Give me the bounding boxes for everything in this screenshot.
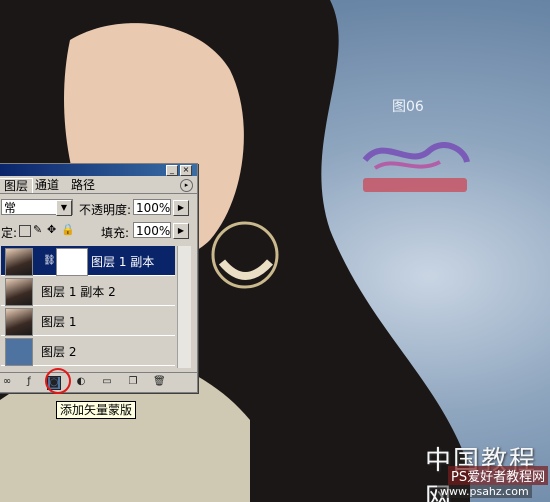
blend-mode-value: 常: [4, 201, 17, 215]
layer-thumbnail: [5, 248, 33, 276]
blend-mode-select[interactable]: 常 ▼: [1, 199, 73, 216]
close-icon[interactable]: ×: [180, 165, 192, 176]
lock-row: 定: ✎ ✥ 🔒 填充: 100% ▶: [0, 220, 197, 240]
new-group-icon[interactable]: ▭: [101, 376, 113, 388]
opacity-input[interactable]: 100%: [133, 199, 171, 215]
lock-position-icon[interactable]: ✥: [47, 223, 56, 236]
photo-canvas: 图06 中国教程网 PS爱好者教程网 www.psahz.com _ × 图层 …: [0, 0, 550, 502]
highlight-circle: [45, 368, 71, 394]
tooltip: 添加矢量蒙版: [56, 401, 137, 419]
lock-transparent-icon[interactable]: [19, 225, 31, 237]
layer-mask-thumbnail[interactable]: [56, 248, 88, 276]
lock-all-icon[interactable]: 🔒: [61, 223, 75, 236]
layer-row[interactable]: 图层 2: [1, 336, 175, 366]
opacity-arrow-icon[interactable]: ▶: [173, 200, 189, 216]
panel-tabs: 图层 通道 路径 ▸: [0, 176, 197, 194]
watermark-subtitle: PS爱好者教程网: [448, 466, 549, 485]
tab-channels[interactable]: 通道: [31, 178, 63, 192]
layer-row[interactable]: 图层 1: [1, 306, 175, 336]
layers-panel: _ × 图层 通道 路径 ▸ 常 ▼ 不透明度: 100% ▶ 定: ✎ ✥ 🔒…: [0, 163, 198, 393]
decorative-logo-icon: [362, 142, 470, 192]
tab-paths[interactable]: 路径: [67, 178, 99, 192]
link-layers-icon[interactable]: ∞: [1, 376, 13, 388]
tab-layers[interactable]: 图层: [0, 178, 34, 193]
fill-label: 填充:: [101, 226, 130, 240]
panel-titlebar[interactable]: _ ×: [0, 164, 197, 176]
layer-name: 图层 1 副本: [91, 255, 155, 269]
new-layer-icon[interactable]: ❐: [127, 376, 139, 388]
layers-scrollbar[interactable]: [177, 246, 191, 368]
panel-bottom-toolbar: ∞ ƒ ◙ ◐ ▭ ❐ 🗑: [0, 372, 197, 393]
blend-row: 常 ▼ 不透明度: 100% ▶: [0, 197, 197, 217]
panel-menu-icon[interactable]: ▸: [180, 179, 193, 192]
watermark-url: www.psahz.com: [437, 485, 532, 498]
layer-style-icon[interactable]: ƒ: [23, 376, 35, 388]
layer-name: 图层 1 副本 2: [41, 285, 116, 299]
layers-list: ⛓ 图层 1 副本 图层 1 副本 2 图层 1 图层 2: [1, 246, 175, 368]
layer-name: 图层 2: [41, 345, 77, 359]
layer-row[interactable]: 图层 1 副本 2: [1, 276, 175, 306]
layer-row[interactable]: ⛓ 图层 1 副本: [1, 246, 175, 276]
minimize-icon[interactable]: _: [166, 165, 178, 176]
mask-link-icon[interactable]: ⛓: [43, 255, 56, 266]
layer-thumbnail: [5, 278, 33, 306]
lock-label: 定:: [1, 226, 18, 240]
fill-arrow-icon[interactable]: ▶: [173, 223, 189, 239]
adjustment-layer-icon[interactable]: ◐: [75, 376, 87, 388]
layer-thumbnail: [5, 338, 33, 366]
chevron-down-icon[interactable]: ▼: [56, 200, 72, 216]
fill-input[interactable]: 100%: [133, 222, 171, 238]
opacity-label: 不透明度:: [79, 203, 132, 217]
figure-label: 图06: [392, 99, 424, 115]
layer-thumbnail: [5, 308, 33, 336]
delete-layer-icon[interactable]: 🗑: [153, 376, 166, 388]
lock-image-icon[interactable]: ✎: [33, 223, 42, 236]
layer-name: 图层 1: [41, 315, 77, 329]
